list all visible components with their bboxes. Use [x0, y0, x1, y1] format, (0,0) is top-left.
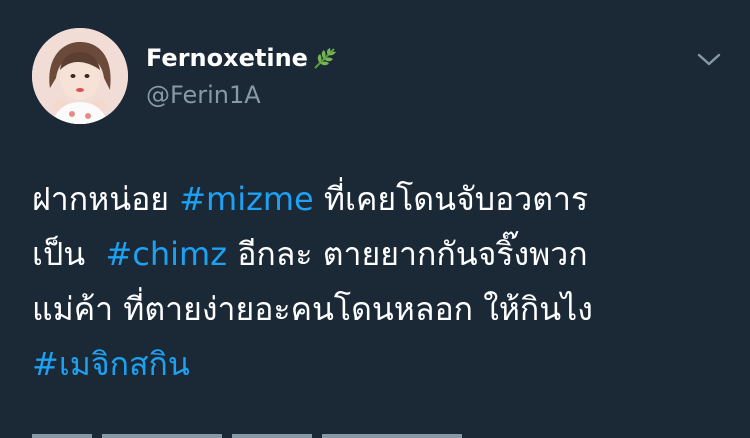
display-name-text[interactable]: Fernoxetine — [146, 44, 308, 72]
avatar-photo — [32, 28, 128, 124]
tweet-text-line: ฝากหน่อย #mizme ที่เคยโดนจับอวตาร — [32, 172, 732, 227]
author-handle[interactable]: @Ferin1A — [146, 80, 261, 110]
author-display-name[interactable]: Fernoxetine — [146, 42, 340, 74]
tweet-menu-button[interactable] — [692, 48, 726, 74]
hashtag-link[interactable]: #เมจิกสกิน — [32, 345, 190, 383]
tweet-card: Fernoxetine @Ferin1A ฝากหน่อย #mizme ที่… — [0, 0, 750, 438]
text-segment: เป็น — [32, 235, 106, 273]
hashtag-link[interactable]: #mizme — [179, 180, 314, 218]
tweet-text: ฝากหน่อย #mizme ที่เคยโดนจับอวตาร เป็น #… — [32, 172, 732, 392]
text-segment: ฝากหน่อย — [32, 180, 180, 218]
tweet-text-line: เป็น #chimz อีกละ ตายยากกันจริ๊งพวก — [32, 227, 732, 282]
hashtag-link[interactable]: #chimz — [105, 235, 227, 273]
avatar[interactable] — [32, 28, 128, 124]
herb-icon — [312, 46, 340, 78]
text-segment: ที่เคยโดนจับอวตาร — [313, 180, 589, 218]
tweet-text-line: แม่ค้า ที่ตายง่ายอะคนโดนหลอก ให้กินไง — [32, 282, 732, 337]
tweet-text-line: #เมจิกสกิน — [32, 337, 732, 392]
text-segment: แม่ค้า ที่ตายง่ายอะคนโดนหลอก ให้กินไง — [32, 290, 593, 328]
chevron-down-icon — [697, 52, 721, 71]
text-segment: อีกละ ตายยากกันจริ๊งพวก — [227, 235, 588, 273]
clipped-content — [32, 426, 732, 438]
